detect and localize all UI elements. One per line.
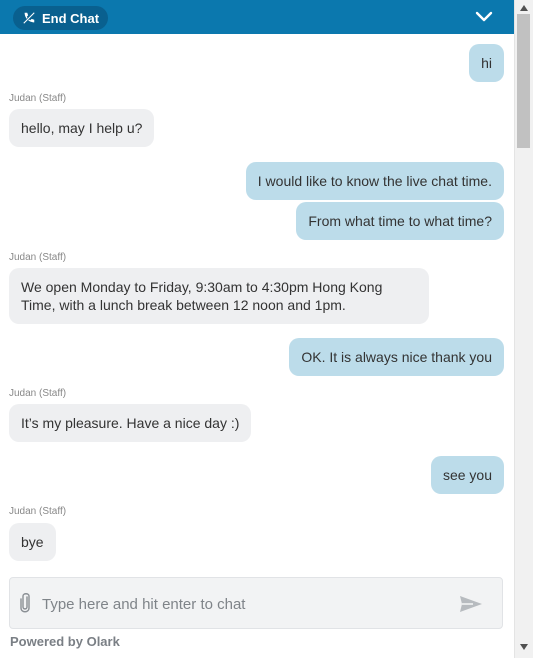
paperclip-icon[interactable] bbox=[18, 592, 32, 614]
visitor-message: see you bbox=[430, 456, 504, 494]
chat-composer bbox=[9, 577, 503, 629]
scrollbar-thumb[interactable] bbox=[517, 14, 530, 148]
scroll-down-icon[interactable] bbox=[519, 643, 529, 651]
chevron-down-icon[interactable] bbox=[474, 10, 494, 24]
visitor-message: hi bbox=[469, 44, 504, 82]
scroll-up-icon[interactable] bbox=[519, 4, 529, 12]
scrollbar[interactable] bbox=[514, 0, 533, 658]
operator-message: bye bbox=[9, 523, 56, 561]
powered-by-link[interactable]: Powered by Olark bbox=[10, 634, 120, 649]
visitor-message: OK. It is always nice thank you bbox=[289, 338, 504, 376]
operator-name: Judan (Staff) bbox=[9, 252, 67, 263]
end-chat-label: End Chat bbox=[42, 10, 100, 26]
phone-hangup-icon bbox=[23, 12, 35, 24]
operator-message: hello, may I help u? bbox=[9, 109, 155, 147]
operator-name: Judan (Staff) bbox=[9, 93, 67, 104]
operator-message: We open Monday to Friday, 9:30am to 4:30… bbox=[9, 268, 429, 324]
operator-name: Judan (Staff) bbox=[9, 506, 67, 517]
operator-name: Judan (Staff) bbox=[9, 388, 67, 399]
send-icon[interactable] bbox=[459, 594, 483, 614]
visitor-message: From what time to what time? bbox=[296, 202, 504, 240]
end-chat-button[interactable]: End Chat bbox=[13, 6, 109, 30]
message-list: hi Judan (Staff) hello, may I help u? I … bbox=[0, 34, 514, 570]
chat-input[interactable] bbox=[40, 592, 444, 616]
operator-message: It’s my pleasure. Have a nice day :) bbox=[9, 404, 252, 442]
chat-header: End Chat bbox=[0, 0, 514, 34]
visitor-message: I would like to know the live chat time. bbox=[245, 162, 504, 200]
